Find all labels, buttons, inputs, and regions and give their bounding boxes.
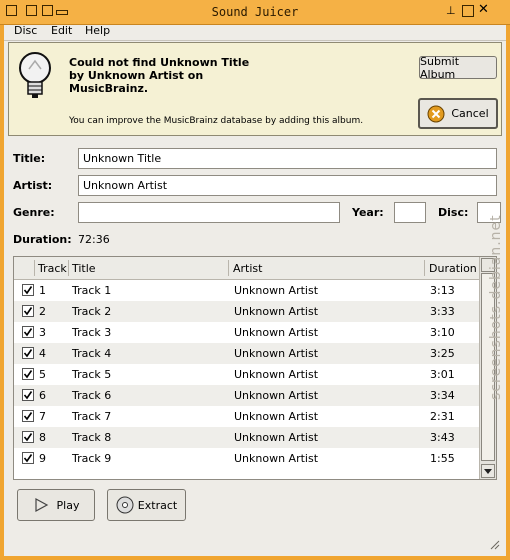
- genre-label: Genre:: [13, 206, 55, 219]
- menu-help[interactable]: Help: [85, 24, 110, 37]
- track-number: 5: [39, 368, 46, 381]
- track-number: 4: [39, 347, 46, 360]
- track-duration: 3:25: [430, 347, 455, 360]
- menu-bar: Disc Edit Help: [4, 20, 506, 41]
- track-number: 6: [39, 389, 46, 402]
- track-title[interactable]: Track 2: [72, 305, 111, 318]
- track-checkbox[interactable]: [22, 389, 34, 401]
- track-artist[interactable]: Unknown Artist: [234, 452, 318, 465]
- track-duration: 1:55: [430, 452, 455, 465]
- resize-grip-icon[interactable]: [488, 538, 500, 550]
- main-window: Sound Juicer ⊥ ✕ Disc Edit Help Could no…: [0, 0, 510, 560]
- track-title[interactable]: Track 7: [72, 410, 111, 423]
- track-checkbox[interactable]: [22, 368, 34, 380]
- maximize-icon[interactable]: [462, 5, 474, 17]
- track-title[interactable]: Track 1: [72, 284, 111, 297]
- track-number: 8: [39, 431, 46, 444]
- table-row[interactable]: 4 Track 4 Unknown Artist 3:25: [14, 343, 480, 364]
- track-checkbox[interactable]: [22, 410, 34, 422]
- year-label: Year:: [352, 206, 384, 219]
- table-row[interactable]: 9 Track 9 Unknown Artist 1:55: [14, 448, 480, 469]
- track-number: 7: [39, 410, 46, 423]
- track-title[interactable]: Track 5: [72, 368, 111, 381]
- track-number: 9: [39, 452, 46, 465]
- extract-button[interactable]: Extract: [107, 489, 186, 521]
- track-checkbox[interactable]: [22, 326, 34, 338]
- submit-album-button[interactable]: Submit Album: [419, 55, 497, 81]
- genre-field[interactable]: [78, 202, 340, 223]
- scroll-down-icon[interactable]: [481, 464, 495, 478]
- duration-value: 72:36: [78, 233, 110, 246]
- info-subtext: You can improve the MusicBrainz database…: [69, 116, 364, 126]
- column-title[interactable]: Title: [72, 262, 96, 275]
- track-title[interactable]: Track 9: [72, 452, 111, 465]
- play-icon: [34, 497, 48, 513]
- track-artist[interactable]: Unknown Artist: [234, 347, 318, 360]
- track-checkbox[interactable]: [22, 431, 34, 443]
- track-duration: 3:43: [430, 431, 455, 444]
- track-number: 2: [39, 305, 46, 318]
- track-checkbox[interactable]: [22, 347, 34, 359]
- track-artist[interactable]: Unknown Artist: [234, 389, 318, 402]
- table-row[interactable]: 8 Track 8 Unknown Artist 3:43: [14, 427, 480, 448]
- track-artist[interactable]: Unknown Artist: [234, 410, 318, 423]
- cd-icon: [116, 496, 134, 514]
- track-checkbox[interactable]: [22, 284, 34, 296]
- track-duration: 3:33: [430, 305, 455, 318]
- track-title[interactable]: Track 8: [72, 431, 111, 444]
- column-duration[interactable]: Duration: [429, 262, 477, 275]
- track-artist[interactable]: Unknown Artist: [234, 305, 318, 318]
- year-field[interactable]: [394, 202, 426, 223]
- watermark: screenshots.debian.net: [488, 214, 504, 400]
- track-list: Track Title Artist Duration 1 Track 1 Unkn…: [13, 256, 497, 480]
- track-title[interactable]: Track 4: [72, 347, 111, 360]
- track-duration: 2:31: [430, 410, 455, 423]
- window-title: Sound Juicer: [211, 5, 299, 19]
- artist-label: Artist:: [13, 179, 53, 192]
- track-duration: 3:01: [430, 368, 455, 381]
- close-icon[interactable]: ✕: [478, 2, 489, 17]
- track-number: 3: [39, 326, 46, 339]
- track-artist[interactable]: Unknown Artist: [234, 284, 318, 297]
- track-checkbox[interactable]: [22, 452, 34, 464]
- lightbulb-icon: [19, 52, 51, 98]
- title-field[interactable]: Unknown Title: [78, 148, 497, 169]
- menu-edit[interactable]: Edit: [51, 24, 72, 37]
- track-list-header: Track Title Artist Duration: [14, 257, 480, 280]
- info-heading: Could not find Unknown Title by Unknown …: [69, 56, 250, 95]
- cancel-button[interactable]: Cancel: [418, 98, 498, 129]
- track-artist[interactable]: Unknown Artist: [234, 431, 318, 444]
- track-duration: 3:34: [430, 389, 455, 402]
- column-track[interactable]: Track: [38, 262, 67, 275]
- title-label: Title:: [13, 152, 46, 165]
- track-artist[interactable]: Unknown Artist: [234, 368, 318, 381]
- cancel-icon: [427, 105, 445, 122]
- track-number: 1: [39, 284, 46, 297]
- track-duration: 3:13: [430, 284, 455, 297]
- track-artist[interactable]: Unknown Artist: [234, 326, 318, 339]
- play-button[interactable]: Play: [17, 489, 95, 521]
- track-duration: 3:10: [430, 326, 455, 339]
- track-title[interactable]: Track 6: [72, 389, 111, 402]
- artist-field[interactable]: Unknown Artist: [78, 175, 497, 196]
- table-row[interactable]: 5 Track 5 Unknown Artist 3:01: [14, 364, 480, 385]
- disc-label: Disc:: [438, 206, 469, 219]
- info-bar: Could not find Unknown Title by Unknown …: [8, 42, 502, 136]
- duration-label: Duration:: [13, 233, 72, 246]
- table-row[interactable]: 2 Track 2 Unknown Artist 3:33: [14, 301, 480, 322]
- track-checkbox[interactable]: [22, 305, 34, 317]
- column-artist[interactable]: Artist: [233, 262, 262, 275]
- track-title[interactable]: Track 3: [72, 326, 111, 339]
- menu-disc[interactable]: Disc: [14, 24, 37, 37]
- table-row[interactable]: 1 Track 1 Unknown Artist 3:13: [14, 280, 480, 301]
- pin-icon[interactable]: ⊥: [446, 4, 456, 17]
- table-row[interactable]: 6 Track 6 Unknown Artist 3:34: [14, 385, 480, 406]
- table-row[interactable]: 7 Track 7 Unknown Artist 2:31: [14, 406, 480, 427]
- table-row[interactable]: 3 Track 3 Unknown Artist 3:10: [14, 322, 480, 343]
